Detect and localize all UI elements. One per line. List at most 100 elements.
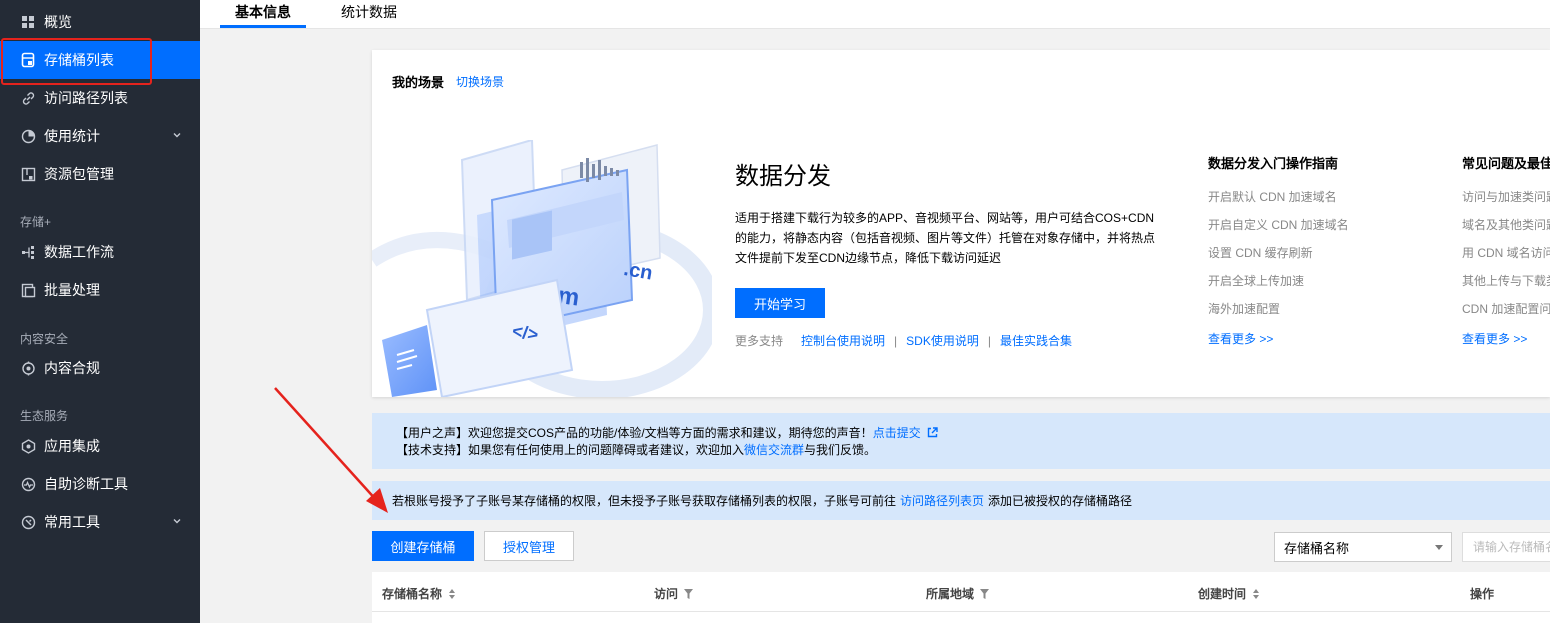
section-label-content-security: 内容安全 <box>20 332 69 346</box>
guide-title: 数据分发入门操作指南 <box>1208 156 1339 171</box>
column-created-time[interactable]: 创建时间 <box>1198 585 1260 602</box>
sidebar-item-workflow[interactable]: 数据工作流 <box>0 233 200 271</box>
faq-column: 常见问题及最佳 访问与加速类问题 域名及其他类问题 用 CDN 域名访问 其他上… <box>1462 153 1550 347</box>
sidebar-item-access-path[interactable]: 访问路径列表 <box>0 79 200 117</box>
access-path-page-link[interactable]: 访问路径列表页 <box>900 492 984 509</box>
tech-support-text: 【技术支持】如果您有任何使用上的问题障碍或者建议，欢迎加入 <box>396 443 745 457</box>
faq-item[interactable]: CDN 加速配置问 <box>1462 302 1550 330</box>
filter-icon <box>684 588 694 599</box>
tab-active-indicator <box>220 25 306 28</box>
package-icon <box>20 166 36 182</box>
section-label-storage: 存储+ <box>20 215 52 229</box>
tab-bar: 基本信息 统计数据 <box>200 0 1550 29</box>
scene-heading: 数据分发 <box>735 163 831 190</box>
notice-line-1: 【用户之声】欢迎您提交COS产品的功能/体验/文档等方面的需求和建议，期待您的声… <box>396 425 1550 442</box>
sidebar-item-label: 概览 <box>44 14 72 30</box>
pie-chart-icon <box>20 128 36 144</box>
console-guide-link[interactable]: 控制台使用说明 <box>801 332 885 349</box>
sub-account-suffix: 添加已被授权的存储桶路径 <box>988 494 1133 508</box>
column-label: 存储桶名称 <box>382 587 443 601</box>
workflow-icon <box>20 244 36 260</box>
tech-support-suffix: 与我们反馈。 <box>804 443 877 457</box>
sidebar-item-label: 内容合规 <box>44 360 100 376</box>
external-link-icon[interactable] <box>927 427 938 438</box>
sidebar-item-overview[interactable]: 概览 <box>0 3 200 41</box>
start-learning-button[interactable]: 开始学习 <box>735 288 825 318</box>
sidebar-item-package-manage[interactable]: 资源包管理 <box>0 155 200 193</box>
cos-console: 概览 存储桶列表 访问路径列表 使用统计 资源包管理 存储+ 数据工作流 批量处… <box>0 0 1550 623</box>
switch-scene-link[interactable]: 切换场景 <box>456 73 504 90</box>
faq-item[interactable]: 其他上传与下载类 <box>1462 274 1550 302</box>
column-actions: 操作 <box>1470 585 1494 602</box>
scene-card: 我的场景 切换场景 .com .cn </> 数据分发 <box>372 50 1550 397</box>
sidebar-item-label: 自助诊断工具 <box>44 476 128 492</box>
sidebar-item-label: 存储桶列表 <box>44 52 114 68</box>
link-icon <box>20 90 36 106</box>
notice-line-2: 【技术支持】如果您有任何使用上的问题障碍或者建议，欢迎加入微信交流群与我们反馈。 <box>396 442 1550 459</box>
faq-item[interactable]: 域名及其他类问题 <box>1462 218 1550 246</box>
support-links: 更多支持 控制台使用说明 | SDK使用说明 | 最佳实践合集 <box>735 332 1072 349</box>
wechat-group-link[interactable]: 微信交流群 <box>744 443 804 457</box>
bucket-icon <box>20 52 36 68</box>
sidebar-item-label: 应用集成 <box>44 438 100 454</box>
tools-icon <box>20 514 36 530</box>
sidebar-item-label: 资源包管理 <box>44 166 114 182</box>
submit-feedback-link[interactable]: 点击提交 <box>873 426 921 440</box>
feedback-notice: 【用户之声】欢迎您提交COS产品的功能/体验/文档等方面的需求和建议，期待您的声… <box>372 413 1550 469</box>
guide-item[interactable]: 开启自定义 CDN 加速域名 <box>1208 218 1349 246</box>
tab-statistics[interactable]: 统计数据 <box>341 0 397 29</box>
guide-column: 数据分发入门操作指南 开启默认 CDN 加速域名 开启自定义 CDN 加速域名 … <box>1208 153 1349 347</box>
column-label: 操作 <box>1470 587 1495 601</box>
bucket-table-header: 存储桶名称 访问 所属地域 创建时间 操作 <box>372 572 1550 612</box>
column-label: 所属地域 <box>926 587 975 601</box>
guide-item[interactable]: 开启默认 CDN 加速域名 <box>1208 190 1349 218</box>
sidebar-item-tools[interactable]: 常用工具 <box>0 503 200 541</box>
section-label-ecosystem: 生态服务 <box>20 409 69 423</box>
sidebar-item-integration[interactable]: 应用集成 <box>0 427 200 465</box>
scene-description: 适用于搭建下载行为较多的APP、音视频平台、网站等，用户可结合COS+CDN的能… <box>735 211 1156 265</box>
search-field-select[interactable]: 存储桶名称 <box>1274 532 1452 562</box>
scene-title: 我的场景 <box>392 75 445 90</box>
compliance-icon <box>20 360 36 376</box>
separator: | <box>987 333 991 348</box>
sub-account-notice: 若根账号授予了子账号某存储桶的权限，但未授予子账号获取存储桶列表的权限，子账号可… <box>372 481 1550 520</box>
sidebar-item-bucket-list[interactable]: 存储桶列表 <box>0 41 200 79</box>
column-bucket-name[interactable]: 存储桶名称 <box>382 585 456 602</box>
auth-manage-button[interactable]: 授权管理 <box>484 531 574 561</box>
best-practice-link[interactable]: 最佳实践合集 <box>1000 332 1072 349</box>
sidebar-item-label: 访问路径列表 <box>44 90 128 106</box>
guide-item[interactable]: 海外加速配置 <box>1208 302 1349 330</box>
bucket-search-input[interactable] <box>1462 532 1550 562</box>
filter-icon <box>980 588 990 599</box>
guide-item[interactable]: 开启全球上传加速 <box>1208 274 1349 302</box>
faq-item[interactable]: 用 CDN 域名访问 <box>1462 246 1550 274</box>
chevron-down-icon <box>173 519 181 524</box>
sidebar-item-label: 批量处理 <box>44 282 100 298</box>
integration-icon <box>20 438 36 454</box>
column-access[interactable]: 访问 <box>654 585 694 602</box>
sidebar-item-label: 使用统计 <box>44 128 100 144</box>
caret-down-icon <box>1435 545 1443 550</box>
sidebar-item-diagnostic[interactable]: 自助诊断工具 <box>0 465 200 503</box>
sidebar-item-compliance[interactable]: 内容合规 <box>0 349 200 387</box>
faq-item[interactable]: 访问与加速类问题 <box>1462 190 1550 218</box>
column-label: 创建时间 <box>1198 587 1247 601</box>
column-label: 访问 <box>654 587 679 601</box>
batch-icon <box>20 282 36 298</box>
chevron-down-icon <box>173 133 181 138</box>
guide-more-link[interactable]: 查看更多 >> <box>1208 330 1349 347</box>
sort-icon <box>449 588 456 599</box>
faq-title: 常见问题及最佳 <box>1462 156 1550 171</box>
grid-icon <box>20 14 36 30</box>
faq-more-link[interactable]: 查看更多 >> <box>1462 330 1550 347</box>
sidebar-item-usage-stats[interactable]: 使用统计 <box>0 117 200 155</box>
create-bucket-button[interactable]: 创建存储桶 <box>372 531 474 561</box>
sidebar-item-batch[interactable]: 批量处理 <box>0 271 200 309</box>
sub-account-text: 若根账号授予了子账号某存储桶的权限，但未授予子账号获取存储桶列表的权限，子账号可… <box>392 494 897 508</box>
column-region[interactable]: 所属地域 <box>926 585 990 602</box>
table-body <box>372 612 1550 623</box>
guide-item[interactable]: 设置 CDN 缓存刷新 <box>1208 246 1349 274</box>
select-value: 存储桶名称 <box>1284 540 1350 556</box>
sdk-guide-link[interactable]: SDK使用说明 <box>906 332 979 349</box>
cdn-illustration: .com .cn </> <box>372 140 712 397</box>
